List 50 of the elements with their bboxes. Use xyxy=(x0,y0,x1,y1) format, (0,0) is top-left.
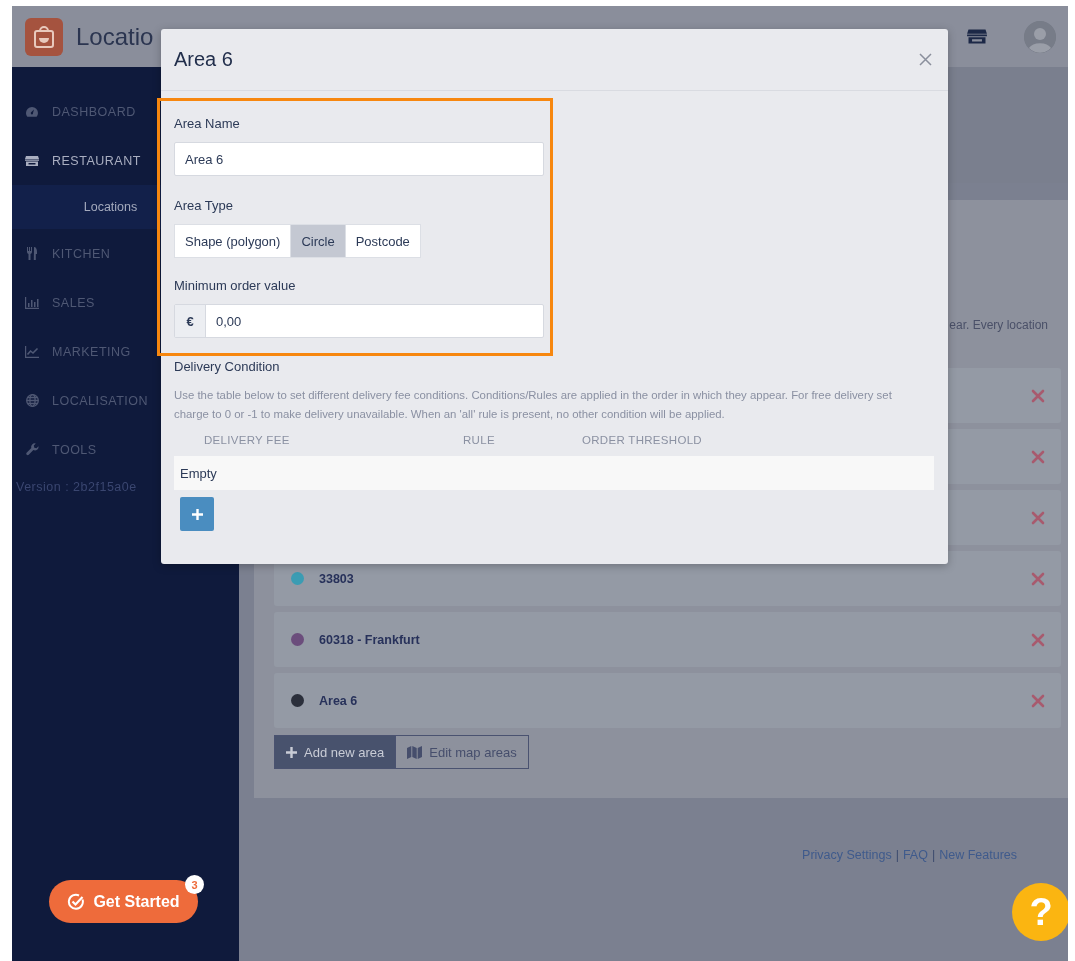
delete-icon[interactable] xyxy=(1031,388,1045,403)
edit-map-button[interactable]: Edit map areas xyxy=(396,735,529,769)
description-text: ear. Every location xyxy=(949,318,1048,332)
area-name-input[interactable]: Area 6 xyxy=(174,142,544,176)
area-row[interactable]: 60318 - Frankfurt xyxy=(274,612,1061,667)
section-title: Delivery Condition xyxy=(174,359,281,374)
area-name: 33803 xyxy=(319,571,355,586)
delete-icon[interactable] xyxy=(1031,571,1045,586)
add-condition-button[interactable] xyxy=(180,497,214,531)
minimum-order-input[interactable]: 0,00 xyxy=(206,305,543,337)
separator-text: | xyxy=(931,848,936,862)
wrench-icon xyxy=(25,443,39,456)
plus-icon xyxy=(286,746,297,758)
column-header: RULE xyxy=(463,434,495,446)
store-icon[interactable] xyxy=(967,28,987,45)
separator-text: | xyxy=(895,848,899,862)
modal-title: Area 6 xyxy=(174,48,233,71)
globe-icon xyxy=(25,394,39,407)
delete-icon[interactable] xyxy=(1031,693,1045,708)
column-header: ORDER THRESHOLD xyxy=(582,434,702,446)
check-circle-icon xyxy=(67,892,86,911)
empty-row: Empty xyxy=(174,456,934,490)
line-chart-icon xyxy=(25,345,39,358)
store-icon xyxy=(25,154,39,167)
delete-icon[interactable] xyxy=(1031,449,1045,464)
area-type-option[interactable]: Circle xyxy=(290,224,346,258)
bar-chart-icon xyxy=(25,296,39,309)
page-title: Locatio xyxy=(76,22,155,51)
description-text: Use the table below to set different delivery fee conditions. Conditions/Rules are applied in the order in which they appear. For free delivery set charge to 0 or -1 to make delivery unavailable. When an 'all' rule is present, no other condition will be applied. xyxy=(174,388,893,422)
area-type-option[interactable]: Postcode xyxy=(344,224,421,258)
area-type-option[interactable]: Shape (polygon) xyxy=(174,224,292,258)
currency-prefix: € xyxy=(175,305,206,337)
column-header: DELIVERY FEE xyxy=(204,434,290,446)
close-icon xyxy=(919,53,932,66)
field-label: Area Type xyxy=(174,198,234,213)
minimum-order-field[interactable]: € 0,00 xyxy=(174,304,544,338)
logo-icon xyxy=(25,17,63,56)
field-label: Area Name xyxy=(174,116,240,131)
field-label: Minimum order value xyxy=(174,278,296,293)
close-button[interactable] xyxy=(917,51,934,68)
area-name: Area 6 xyxy=(319,693,359,708)
map-icon xyxy=(407,745,423,759)
delete-icon[interactable] xyxy=(1031,510,1045,525)
add-button[interactable]: Add new area xyxy=(274,735,397,769)
plus-icon xyxy=(191,508,203,520)
area-row[interactable]: Area 6 xyxy=(274,673,1061,728)
gauge-icon xyxy=(25,105,39,118)
utensils-icon xyxy=(26,247,38,260)
area-name: 60318 - Frankfurt xyxy=(319,632,421,647)
delete-icon[interactable] xyxy=(1031,632,1045,647)
